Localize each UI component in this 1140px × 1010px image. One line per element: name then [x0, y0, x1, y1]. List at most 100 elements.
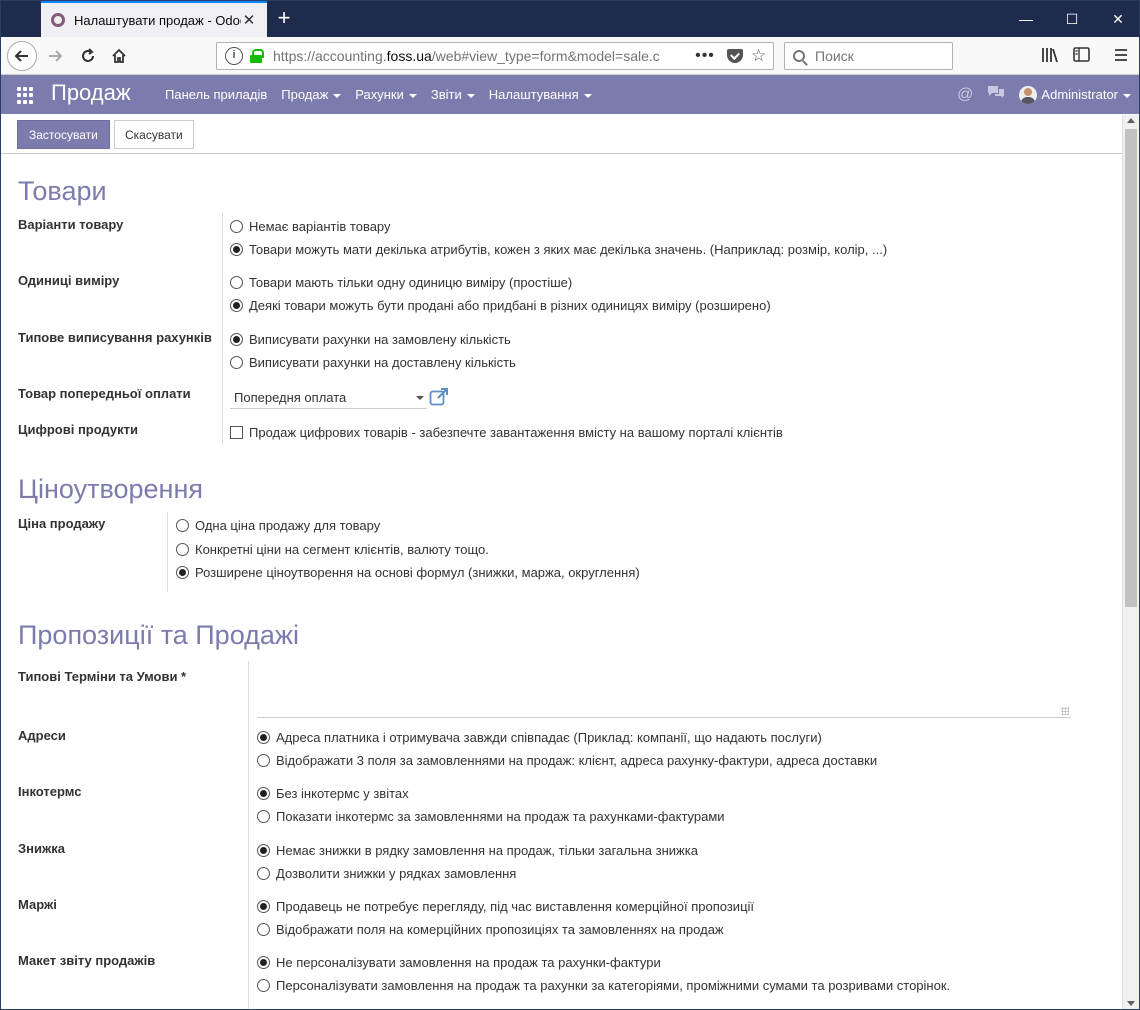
radio-three-addresses[interactable]: Відображати 3 поля за замовленнями на пр…	[257, 753, 877, 768]
radio-button[interactable]	[257, 923, 270, 936]
resize-grip-icon[interactable]	[1061, 707, 1069, 715]
radio-single-price[interactable]: Одна ціна продажу для товару	[176, 518, 380, 533]
site-info-icon[interactable]: i	[225, 47, 243, 65]
radio-no-variants[interactable]: Немає варіантів товару	[230, 219, 391, 234]
search-input[interactable]	[815, 48, 935, 64]
radio-invoice-delivered[interactable]: Виписувати рахунки на доставлену кількіс…	[230, 355, 516, 370]
caret-down-icon	[408, 93, 417, 98]
radio-formula-pricing[interactable]: Розширене ціноутворення на основі формул…	[176, 565, 640, 580]
odoo-favicon-icon	[51, 13, 65, 27]
back-button[interactable]	[7, 41, 37, 71]
radio-button[interactable]	[230, 276, 243, 289]
radio-label: Товари мають тільки одну одиницю виміру …	[249, 275, 573, 290]
section-title-pricing: Ціноутворення	[18, 474, 203, 504]
menu-item-label: Продаж	[281, 87, 329, 102]
user-avatar[interactable]	[1019, 85, 1038, 104]
minimize-window-button[interactable]: —	[1003, 1, 1049, 37]
external-link-icon[interactable]	[429, 388, 449, 406]
radio-button[interactable]	[230, 356, 243, 369]
menu-item-settings[interactable]: Налаштування	[482, 87, 599, 102]
radio-label: Деякі товари можуть бути продані або при…	[249, 298, 771, 313]
radio-button[interactable]	[230, 220, 243, 233]
radio-button-checked[interactable]	[257, 787, 270, 800]
radio-button[interactable]	[176, 519, 189, 532]
page-actions-icon[interactable]: •••	[691, 47, 719, 65]
control-panel: Застосувати Скасувати	[1, 114, 1139, 154]
url-bar[interactable]: i https://accounting.foss.ua/web#view_ty…	[216, 42, 774, 70]
label-deposit-product: Товар попередньої оплати	[18, 386, 191, 401]
url-text[interactable]: https://accounting.foss.ua/web#view_type…	[273, 48, 691, 64]
search-bar[interactable]	[784, 42, 953, 70]
radio-multi-uom[interactable]: Деякі товари можуть бути продані або при…	[230, 298, 771, 313]
radio-personalize-layout[interactable]: Персоналізувати замовлення на продаж та …	[257, 978, 950, 993]
user-menu[interactable]: Administrator	[1041, 87, 1131, 102]
home-button[interactable]	[105, 42, 133, 70]
radio-button[interactable]	[257, 810, 270, 823]
radio-same-address[interactable]: Адреса платника і отримувача завжди спів…	[257, 730, 822, 745]
scroll-up-arrow-icon[interactable]	[1127, 118, 1135, 123]
caret-down-icon	[466, 93, 475, 98]
terms-textarea[interactable]	[257, 666, 1071, 718]
browser-tab-active[interactable]: Налаштувати продаж - Odoo ✕	[41, 1, 267, 37]
radio-button-checked[interactable]	[257, 900, 270, 913]
radio-button[interactable]	[257, 979, 270, 992]
select-value: Попередня оплата	[234, 390, 347, 405]
apps-grid-icon[interactable]	[17, 87, 34, 104]
radio-allow-line-discount[interactable]: Дозволити знижки у рядках замовлення	[257, 866, 516, 881]
back-arrow-icon	[14, 50, 28, 62]
radio-no-personalize[interactable]: Не персоналізувати замовлення на продаж …	[257, 955, 661, 970]
caret-down-icon	[416, 396, 424, 400]
bookmark-star-icon[interactable]: ☆	[751, 46, 766, 66]
radio-no-incoterms[interactable]: Без інкотермс у звітах	[257, 786, 409, 801]
user-name: Administrator	[1041, 87, 1118, 102]
checkbox-label: Продаж цифрових товарів - забезпечте зав…	[249, 425, 783, 440]
label-discount: Знижка	[18, 841, 65, 856]
checkbox-digital-products[interactable]: Продаж цифрових товарів - забезпечте зав…	[230, 425, 783, 440]
radio-button-checked[interactable]	[230, 299, 243, 312]
pocket-icon[interactable]	[727, 49, 743, 63]
menu-item-dashboard[interactable]: Панель приладів	[158, 87, 274, 102]
reload-button[interactable]	[74, 42, 102, 70]
maximize-window-button[interactable]: ☐	[1049, 1, 1095, 37]
radio-button[interactable]	[257, 867, 270, 880]
vertical-scrollbar[interactable]	[1122, 115, 1139, 1009]
radio-button-checked[interactable]	[176, 566, 189, 579]
radio-button-checked[interactable]	[230, 333, 243, 346]
close-window-button[interactable]: ✕	[1095, 1, 1140, 37]
cancel-button[interactable]: Скасувати	[114, 120, 194, 149]
radio-single-uom[interactable]: Товари мають тільки одну одиницю виміру …	[230, 275, 572, 290]
radio-button-checked[interactable]	[257, 731, 270, 744]
radio-show-margins[interactable]: Відображати поля на комерційних пропозиц…	[257, 922, 724, 937]
scrollbar-thumb[interactable]	[1125, 129, 1137, 607]
menu-item-sales[interactable]: Продаж	[274, 87, 348, 102]
radio-show-incoterms[interactable]: Показати інкотермс за замовленнями на пр…	[257, 809, 725, 824]
library-icon[interactable]	[1041, 47, 1059, 65]
radio-button-checked[interactable]	[257, 956, 270, 969]
radio-button-checked[interactable]	[257, 844, 270, 857]
url-path: /web#view_type=form&model=sale.c	[431, 48, 660, 64]
apply-button[interactable]: Застосувати	[17, 120, 110, 149]
label-digital-products: Цифрові продукти	[18, 422, 139, 437]
menu-item-invoices[interactable]: Рахунки	[348, 87, 424, 102]
forward-button[interactable]	[41, 42, 69, 70]
checkbox[interactable]	[230, 426, 243, 439]
deposit-product-select[interactable]: Попередня оплата	[230, 385, 427, 409]
browser-toolbar: i https://accounting.foss.ua/web#view_ty…	[1, 37, 1139, 75]
chat-bubbles-icon[interactable]	[987, 85, 1005, 104]
radio-segment-prices[interactable]: Конкретні ціни на сегмент клієнтів, валю…	[176, 542, 489, 557]
chat-svg	[988, 86, 1005, 98]
radio-button[interactable]	[257, 754, 270, 767]
radio-button-checked[interactable]	[230, 243, 243, 256]
at-mention-icon[interactable]: @	[957, 86, 973, 104]
sidebar-icon[interactable]	[1073, 47, 1091, 65]
radio-no-line-discount[interactable]: Немає знижки в рядку замовлення на прода…	[257, 843, 698, 858]
scroll-down-arrow-icon[interactable]	[1127, 1001, 1135, 1006]
radio-button[interactable]	[176, 543, 189, 556]
close-tab-icon[interactable]: ✕	[241, 11, 257, 29]
radio-no-margins[interactable]: Продавець не потребує перегляду, під час…	[257, 899, 754, 914]
hamburger-menu-icon[interactable]	[1113, 47, 1129, 65]
radio-invoice-ordered[interactable]: Виписувати рахунки на замовлену кількіст…	[230, 332, 511, 347]
new-tab-button[interactable]: +	[273, 5, 295, 31]
menu-item-reports[interactable]: Звіти	[424, 87, 482, 102]
radio-with-variants[interactable]: Товари можуть мати декілька атрибутів, к…	[230, 242, 887, 257]
